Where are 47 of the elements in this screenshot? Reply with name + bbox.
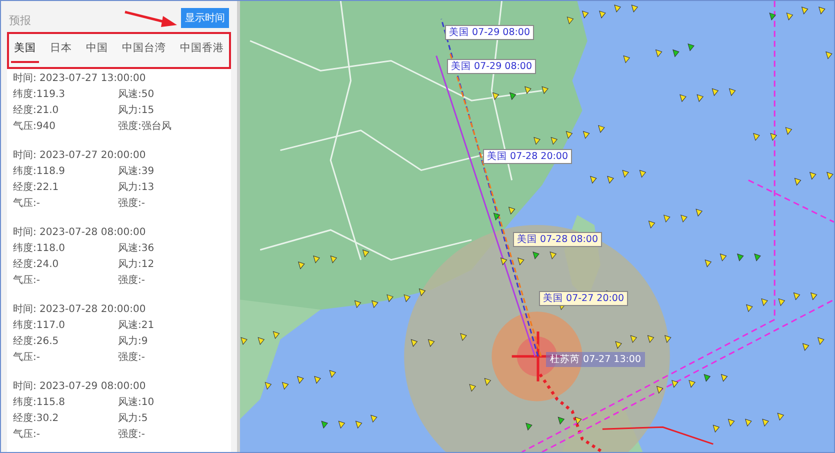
forecast-field: 纬度:118.9 — [13, 164, 118, 180]
forecast-field: 气压:940 — [13, 119, 118, 135]
forecast-field: 风速:50 — [118, 87, 227, 103]
forecast-time: 时间: 2023-07-29 08:00:00 — [13, 380, 147, 394]
track-point-label: 美国 07-27 20:00 — [539, 291, 628, 306]
forecast-field: 经度:26.5 — [13, 334, 118, 350]
forecast-field: 强度:- — [118, 196, 227, 212]
forecast-field: 强度:- — [118, 273, 227, 289]
forecast-time: 时间: 2023-07-27 13:00:00 — [13, 72, 147, 86]
forecast-field: 纬度:118.0 — [13, 241, 118, 257]
forecast-field: 风力:15 — [118, 103, 227, 119]
track-point-label: 美国 07-28 20:00 — [483, 149, 572, 164]
forecast-field: 气压:- — [13, 196, 118, 212]
forecast-time: 时间: 2023-07-27 20:00:00 — [13, 148, 147, 163]
country-tab[interactable]: 中国 — [83, 38, 111, 63]
forecast-field: 气压:- — [13, 350, 118, 366]
forecast-field: 风力:5 — [118, 411, 227, 427]
forecast-field: 强度:- — [118, 350, 227, 366]
forecast-field: 风速:21 — [118, 318, 227, 334]
forecast-field: 纬度:115.8 — [13, 395, 118, 411]
country-tab[interactable]: 中国香港 — [177, 38, 227, 63]
forecast-field: 气压:- — [13, 427, 118, 443]
forecast-field: 纬度:117.0 — [13, 318, 118, 334]
forecast-field: 气压:- — [13, 273, 118, 289]
forecast-field: 风速:39 — [118, 164, 227, 180]
forecast-field: 强度:强台风 — [118, 119, 227, 135]
country-tab[interactable]: 中国台湾 — [119, 38, 169, 63]
country-tab[interactable]: 日本 — [47, 38, 75, 63]
country-tab[interactable]: 美国 — [11, 38, 39, 63]
forecast-field: 风力:13 — [118, 180, 227, 196]
forecast-field: 经度:21.0 — [13, 103, 118, 119]
forecast-field: 风速:36 — [118, 241, 227, 257]
forecast-field: 纬度:119.3 — [13, 87, 118, 103]
forecast-time: 时间: 2023-07-28 08:00:00 — [13, 226, 147, 240]
track-point-label: 美国 07-28 08:00 — [513, 232, 602, 247]
forecast-field: 风力:9 — [118, 334, 227, 350]
forecast-field: 风速:10 — [118, 395, 227, 411]
track-point-label: 美国 07-29 08:00 — [447, 59, 536, 74]
forecast-field: 经度:24.0 — [13, 257, 118, 273]
forecast-field: 强度:- — [118, 427, 227, 443]
forecast-field: 经度:30.2 — [13, 411, 118, 427]
forecast-time: 时间: 2023-07-28 20:00:00 — [13, 302, 147, 317]
forecast-field: 经度:22.1 — [13, 180, 118, 196]
panel-title: 预报 — [9, 13, 31, 28]
track-point-label: 杜苏芮 07-27 13:00 — [546, 352, 646, 367]
track-point-label: 美国 07-29 08:00 — [445, 25, 534, 40]
forecast-field: 风力:12 — [118, 257, 227, 273]
